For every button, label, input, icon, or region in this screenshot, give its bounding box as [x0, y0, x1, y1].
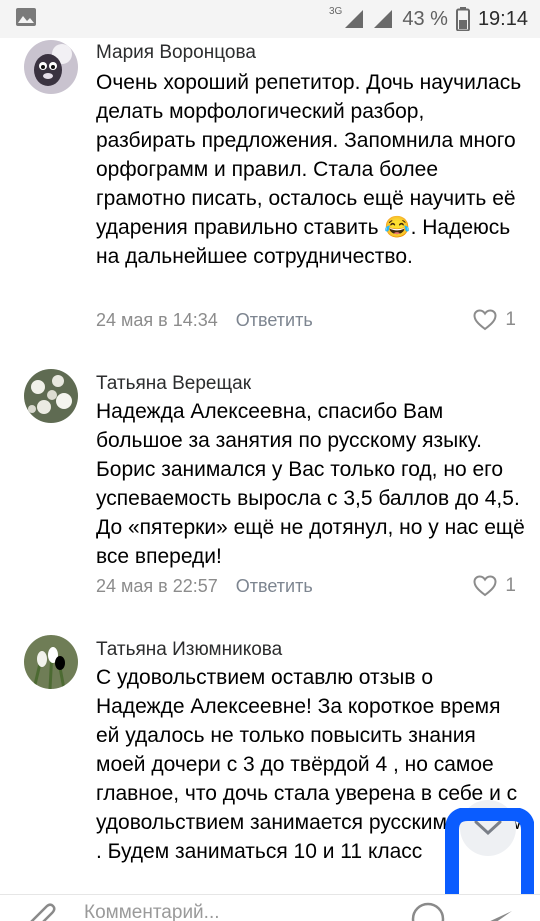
- comment-text: Очень хороший репетитор. Дочь научилась …: [96, 68, 526, 271]
- send-icon[interactable]: [484, 901, 514, 921]
- battery-percent: 43 %: [402, 7, 448, 30]
- laughing-tears-emoji-icon: 😂: [384, 216, 411, 239]
- comment-meta: 24 мая в 14:34 Ответить: [96, 310, 313, 331]
- like-button[interactable]: 1: [473, 575, 516, 597]
- heart-icon: [473, 309, 497, 331]
- like-button[interactable]: 1: [473, 309, 516, 331]
- comment-composer: Комментарий...: [0, 894, 540, 921]
- snowdrop-flowers-avatar-icon: [24, 635, 78, 689]
- reply-button[interactable]: Ответить: [236, 310, 313, 331]
- status-right-group: 3G 43 % 19:14: [329, 0, 528, 38]
- comment-author[interactable]: Татьяна Изюмникова: [96, 639, 282, 661]
- avatar[interactable]: [24, 369, 78, 423]
- avatar[interactable]: [24, 635, 78, 689]
- comment-input[interactable]: Комментарий...: [84, 902, 220, 921]
- heart-icon: [473, 575, 497, 597]
- comment-author[interactable]: Татьяна Верещак: [96, 373, 251, 395]
- like-count: 1: [505, 575, 516, 596]
- battery-icon: [455, 7, 470, 31]
- gallery-notification-icon: [16, 8, 36, 26]
- like-count: 1: [505, 309, 516, 330]
- mobile-signal-icon: [345, 10, 364, 28]
- comment-date: 24 мая в 22:57: [96, 576, 218, 596]
- avatar[interactable]: [24, 40, 78, 94]
- white-flowers-avatar-icon: [24, 369, 78, 423]
- comment-author[interactable]: Мария Воронцова: [96, 42, 256, 64]
- comment-text: Надежда Алексеевна, спасибо Вам большое …: [96, 400, 525, 568]
- status-bar: 3G 43 % 19:14: [0, 0, 540, 38]
- emoji-icon[interactable]: [410, 901, 446, 921]
- comment-text-part: Очень хороший репетитор. Дочь научилась …: [96, 71, 522, 239]
- attach-paperclip-icon[interactable]: [26, 901, 56, 921]
- network-type-label: 3G: [329, 5, 343, 17]
- clock: 19:14: [477, 7, 528, 30]
- reply-button[interactable]: Ответить: [236, 576, 313, 597]
- wifi-signal-icon: [374, 10, 393, 28]
- comment-meta: 24 мая в 22:57 Ответить: [96, 576, 313, 597]
- comment-date: 24 мая в 14:34: [96, 310, 218, 330]
- cartoon-animal-avatar-icon: [24, 40, 78, 94]
